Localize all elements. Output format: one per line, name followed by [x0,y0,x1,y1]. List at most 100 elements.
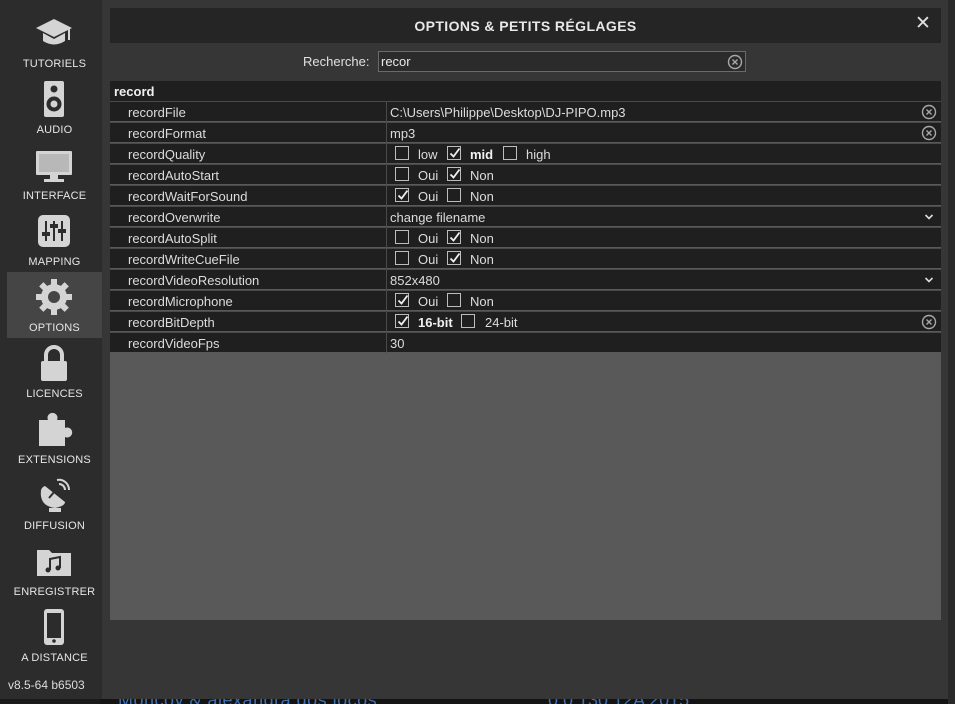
sidebar-item-label: A DISTANCE [21,652,88,664]
checkbox-mid[interactable] [447,146,461,160]
column-divider [386,165,387,185]
option-label-non: Non [470,294,494,309]
reset-icon[interactable] [921,125,937,141]
checkbox-oui[interactable] [395,293,409,307]
column-divider [386,312,387,332]
checkbox-low[interactable] [395,146,409,160]
sidebar-item-label: AUDIO [36,124,73,136]
option-row-recordautostart[interactable]: recordAutoStart Oui Non [110,164,941,185]
option-label-oui: Oui [418,252,439,267]
option-row-recordwaitforsound[interactable]: recordWaitForSound Oui Non [110,185,941,206]
checkmark-icon [397,315,409,326]
lock-icon [41,345,67,381]
puzzle-icon [39,412,73,446]
column-divider [386,270,387,290]
option-row-recordmicrophone[interactable]: recordMicrophone Oui Non [110,290,941,311]
sidebar-item-label: MAPPING [28,256,81,268]
option-key: recordVideoResolution [128,273,260,288]
sidebar-item-label: LICENCES [26,388,83,400]
option-label-oui: Oui [418,231,439,246]
gear-icon [36,279,72,315]
option-label-24-bit: 24-bit [485,315,518,330]
option-key: recordOverwrite [128,210,221,225]
option-key: recordWaitForSound [128,189,248,204]
option-value[interactable]: 30 [390,336,404,351]
sidebar-item-extensions[interactable]: EXTENSIONS [7,404,102,470]
sidebar-item-audio[interactable]: AUDIO [7,74,102,140]
background-app-edge [948,0,955,704]
option-row-recordoverwrite[interactable]: recordOverwrite change filename [110,206,941,227]
sidebar-item-tutoriels[interactable]: TUTORIELS [7,8,102,74]
option-label-oui: Oui [418,189,439,204]
version-label: v8.5-64 b6503 [8,678,85,692]
option-label-low: low [418,147,438,162]
reset-icon[interactable] [921,104,937,120]
checkbox-non[interactable] [447,188,461,202]
checkbox-non[interactable] [447,230,461,244]
sidebar-item-licences[interactable]: LICENCES [7,338,102,404]
option-row-recordformat[interactable]: recordFormat mp3 [110,122,941,143]
checkbox-non[interactable] [447,293,461,307]
option-row-recordautosplit[interactable]: recordAutoSplit Oui Non [110,227,941,248]
sidebar-item-label: OPTIONS [29,322,80,334]
option-label-mid: mid [470,147,494,162]
column-divider [386,291,387,311]
column-divider [386,144,387,164]
checkbox-oui[interactable] [395,230,409,244]
sidebar-item-diffusion[interactable]: DIFFUSION [7,470,102,536]
sidebar-item-a-distance[interactable]: A DISTANCE [7,602,102,668]
option-key: recordFormat [128,126,207,141]
option-row-recordbitdepth[interactable]: recordBitDepth 16-bit 24-bit [110,311,941,332]
sidebar-item-interface[interactable]: INTERFACE [7,140,102,206]
options-table: record recordFile C:\Users\Philippe\Desk… [110,81,941,620]
option-key: recordMicrophone [128,294,233,309]
checkbox-non[interactable] [447,167,461,181]
option-value[interactable]: mp3 [390,126,415,141]
checkbox-oui[interactable] [395,251,409,265]
option-row-recordquality[interactable]: recordQuality low mid high [110,143,941,164]
option-row-recordvideoresolution[interactable]: recordVideoResolution 852x480 [110,269,941,290]
option-label-oui: Oui [418,294,439,309]
sidebar-item-options[interactable]: OPTIONS [7,272,102,338]
option-row-recordwritecuefile[interactable]: recordWriteCueFile Oui Non [110,248,941,269]
column-divider [386,102,387,122]
checkmark-icon [449,168,461,179]
sidebar-item-enregistrer[interactable]: ENREGISTRER [7,536,102,602]
option-key: recordAutoStart [128,168,220,183]
satellite-dish-icon [40,478,71,512]
option-value[interactable]: C:\Users\Philippe\Desktop\DJ-PIPO.mp3 [390,105,626,120]
sidebar-item-label: ENREGISTRER [13,586,96,598]
sidebar-item-label: TUTORIELS [22,58,87,70]
option-dropdown-value[interactable]: 852x480 [390,273,440,288]
clear-search-icon[interactable] [727,54,743,70]
phone-icon [44,609,64,645]
group-header: record [110,81,941,101]
search-input[interactable] [381,54,711,69]
checkbox-oui[interactable] [395,167,409,181]
chevron-down-icon[interactable] [923,211,935,223]
sidebar-item-mapping[interactable]: MAPPING [7,206,102,272]
option-row-recordvideofps[interactable]: recordVideoFps 30 [110,332,941,353]
checkbox-non[interactable] [447,251,461,265]
checkbox-16-bit[interactable] [395,314,409,328]
graduation-cap-icon [36,19,72,45]
column-divider [386,333,387,353]
column-divider [386,186,387,206]
option-label-16-bit: 16-bit [418,315,453,330]
sliders-icon [38,215,70,247]
checkbox-24-bit[interactable] [461,314,475,328]
search-box [378,51,746,72]
option-row-recordfile[interactable]: recordFile C:\Users\Philippe\Desktop\DJ-… [110,101,941,122]
checkbox-high[interactable] [503,146,517,160]
sidebar-item-label: INTERFACE [22,190,87,202]
column-divider [386,123,387,143]
option-label-non: Non [470,252,494,267]
checkbox-oui[interactable] [395,188,409,202]
checkmark-icon [449,252,461,263]
chevron-down-icon[interactable] [923,274,935,286]
dialog-title: OPTIONS & PETITS RÉGLAGES [414,18,637,34]
reset-icon[interactable] [921,314,937,330]
checkmark-icon [397,294,409,305]
close-button[interactable]: ✕ [915,14,931,33]
option-dropdown-value[interactable]: change filename [390,210,485,225]
